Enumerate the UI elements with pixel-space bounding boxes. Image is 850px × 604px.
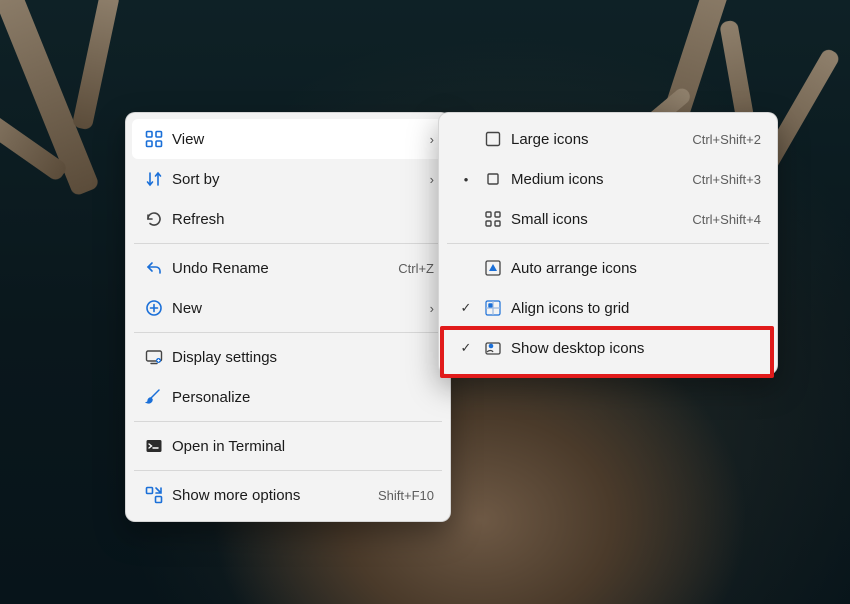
undo-icon	[140, 258, 168, 278]
submenu-item-align-to-grid[interactable]: ✓ Align icons to grid	[445, 288, 771, 328]
menu-item-show-more-options[interactable]: Show more options Shift+F10	[132, 475, 444, 515]
menu-item-label: New	[168, 300, 418, 317]
submenu-item-large-icons[interactable]: Large icons Ctrl+Shift+2	[445, 119, 771, 159]
submenu-item-auto-arrange[interactable]: Auto arrange icons	[445, 248, 771, 288]
menu-separator	[134, 470, 442, 471]
menu-item-label: View	[168, 131, 418, 148]
menu-item-shortcut: Shift+F10	[378, 488, 434, 503]
menu-separator	[134, 421, 442, 422]
menu-item-label: Small icons	[507, 211, 692, 228]
menu-separator	[134, 243, 442, 244]
menu-item-label: Undo Rename	[168, 260, 398, 277]
menu-item-shortcut: Ctrl+Shift+2	[692, 132, 761, 147]
submenu-item-medium-icons[interactable]: • Medium icons Ctrl+Shift+3	[445, 159, 771, 199]
menu-separator	[134, 332, 442, 333]
menu-item-open-in-terminal[interactable]: Open in Terminal	[132, 426, 444, 466]
display-settings-icon	[140, 347, 168, 367]
chevron-right-icon: ›	[418, 132, 434, 147]
desktop-context-menu: View › Sort by › Refresh Undo	[125, 112, 451, 522]
menu-item-display-settings[interactable]: Display settings	[132, 337, 444, 377]
menu-item-label: Personalize	[168, 389, 434, 406]
terminal-icon	[140, 436, 168, 456]
check-state-checked: ✓	[453, 300, 479, 316]
radio-state-selected: •	[453, 172, 479, 187]
chevron-right-icon: ›	[418, 172, 434, 187]
menu-item-shortcut: Ctrl+Shift+3	[692, 172, 761, 187]
chevron-right-icon: ›	[418, 301, 434, 316]
refresh-icon	[140, 209, 168, 229]
submenu-item-small-icons[interactable]: Small icons Ctrl+Shift+4	[445, 199, 771, 239]
sort-icon	[140, 169, 168, 189]
menu-item-label: Show desktop icons	[507, 340, 761, 357]
desktop-icons-icon	[479, 338, 507, 358]
menu-item-label: Align icons to grid	[507, 300, 761, 317]
menu-item-label: Medium icons	[507, 171, 692, 188]
medium-icons-icon	[479, 169, 507, 189]
large-icons-icon	[479, 129, 507, 149]
menu-item-label: Sort by	[168, 171, 418, 188]
menu-item-label: Show more options	[168, 487, 378, 504]
menu-item-undo-rename[interactable]: Undo Rename Ctrl+Z	[132, 248, 444, 288]
view-grid-icon	[140, 129, 168, 149]
view-submenu: Large icons Ctrl+Shift+2 • Medium icons …	[438, 112, 778, 375]
menu-item-shortcut: Ctrl+Z	[398, 261, 434, 276]
menu-item-label: Display settings	[168, 349, 434, 366]
submenu-item-show-desktop-icons[interactable]: ✓ Show desktop icons	[445, 328, 771, 368]
paintbrush-icon	[140, 387, 168, 407]
menu-item-shortcut: Ctrl+Shift+4	[692, 212, 761, 227]
menu-item-label: Large icons	[507, 131, 692, 148]
menu-item-refresh[interactable]: Refresh	[132, 199, 444, 239]
menu-item-personalize[interactable]: Personalize	[132, 377, 444, 417]
more-options-icon	[140, 485, 168, 505]
plus-circle-icon	[140, 298, 168, 318]
menu-item-new[interactable]: New ›	[132, 288, 444, 328]
menu-item-sort-by[interactable]: Sort by ›	[132, 159, 444, 199]
small-icons-icon	[479, 209, 507, 229]
menu-item-label: Refresh	[168, 211, 434, 228]
align-grid-icon	[479, 298, 507, 318]
auto-arrange-icon	[479, 258, 507, 278]
menu-item-view[interactable]: View ›	[132, 119, 444, 159]
check-state-checked: ✓	[453, 340, 479, 356]
menu-separator	[447, 243, 769, 244]
menu-item-label: Open in Terminal	[168, 438, 434, 455]
menu-item-label: Auto arrange icons	[507, 260, 761, 277]
wallpaper-shape	[72, 0, 121, 131]
